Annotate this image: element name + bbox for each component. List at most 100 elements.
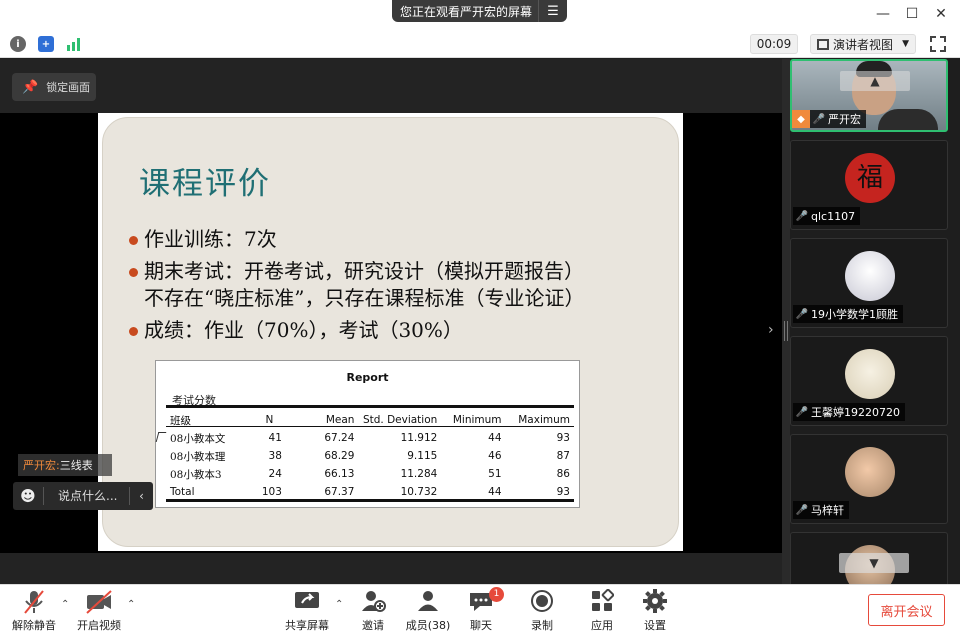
bullet-dot-icon <box>129 327 138 336</box>
table-cell: 86 <box>556 468 570 480</box>
participant-name: 严开宏 <box>828 113 861 126</box>
header-cell: Mean <box>325 414 355 426</box>
sharing-banner-text: 您正在观看严开宏的屏幕 <box>400 4 533 19</box>
unmute-button[interactable]: 解除静音 <box>6 589 62 635</box>
slide-title: 课程评价 <box>139 166 271 202</box>
video-tile[interactable]: 福 🎤 qlc1107 <box>790 140 948 230</box>
apps-label: 应用 <box>591 619 613 632</box>
mic-on-icon: 🎤 <box>812 113 826 125</box>
start-video-button[interactable]: 开启视频 <box>71 589 127 635</box>
video-options-chevron-icon[interactable]: ⌃ <box>127 599 135 610</box>
record-label: 录制 <box>531 619 553 632</box>
participant-name: qlc1107 <box>811 209 856 223</box>
video-tile[interactable]: ▼ <box>790 532 948 584</box>
info-icon[interactable]: i <box>10 36 26 52</box>
scroll-up-icon[interactable]: ▲ <box>840 71 910 91</box>
view-mode-dropdown[interactable]: 演讲者视图 ▼ <box>810 34 916 54</box>
share-screen-icon <box>294 589 320 617</box>
table-cell: 51 <box>488 468 502 480</box>
video-gallery: ▲ ◆ 🎤 严开宏 福 🎤 qlc1107 🎤 19小学数学1顾胜 🎤 王馨婷1… <box>790 59 960 584</box>
invite-button[interactable]: 邀请 <box>345 589 401 635</box>
slide-body: 课程评价 作业训练：7次 期末考试：开卷考试，研究设计（模拟开题报告） 不存在“… <box>102 117 679 547</box>
video-tile[interactable]: 🎤 王馨婷19220720 <box>790 336 948 426</box>
slide-bullet: 成绩：作业（70%），考试（30%） <box>129 317 463 344</box>
table-cell: 44 <box>488 432 502 444</box>
video-tile[interactable]: 🎤 马梓轩 <box>790 434 948 524</box>
video-tile[interactable]: ▲ ◆ 🎤 严开宏 <box>790 59 948 132</box>
participant-name: 马梓轩 <box>811 504 844 517</box>
table-cell: 41 <box>268 432 282 444</box>
leave-meeting-button[interactable]: 离开会议 <box>868 594 945 626</box>
table-cell: 93 <box>556 486 570 498</box>
invite-label: 邀请 <box>362 619 384 632</box>
table-cell: 46 <box>488 450 502 462</box>
unread-badge: 1 <box>489 587 504 602</box>
bullet-dot-icon <box>129 268 138 277</box>
bullet-line: 期末考试：开卷考试，研究设计（模拟开题报告） <box>144 259 584 283</box>
info-bar: i + 00:09 演讲者视图 ▼ <box>0 30 960 58</box>
table-cell: 10.732 <box>400 486 438 498</box>
video-tile[interactable]: 🎤 19小学数学1顾胜 <box>790 238 948 328</box>
share-screen-button[interactable]: 共享屏幕 <box>279 589 335 635</box>
apps-button[interactable]: 应用 <box>574 588 630 635</box>
view-mode-label: 演讲者视图 <box>833 37 894 52</box>
menu-icon[interactable]: ☰ <box>538 0 567 22</box>
avatar <box>845 349 895 399</box>
participant-name-tag: 🎤 qlc1107 <box>793 207 861 225</box>
report-title: Report <box>346 371 389 384</box>
shield-icon[interactable]: + <box>38 36 54 52</box>
table-cell: 67.24 <box>324 432 355 444</box>
table-cell: 93 <box>556 432 570 444</box>
drag-handle-icon[interactable] <box>784 321 788 341</box>
chat-icon: 1 <box>468 587 504 617</box>
signal-icon[interactable] <box>66 36 82 52</box>
lock-view-button[interactable]: 📌 锁定画面 <box>12 73 96 101</box>
add-user-icon <box>360 589 386 617</box>
participant-name-tag: ◆ 🎤 严开宏 <box>792 110 866 128</box>
fullscreen-icon[interactable] <box>930 36 946 52</box>
scroll-down-icon[interactable]: ▼ <box>839 553 909 573</box>
mic-muted-icon: 🎤 <box>795 406 809 418</box>
table-cell: 38 <box>268 450 282 462</box>
header-cell: Std. Deviation <box>362 414 438 426</box>
minimize-button[interactable]: — <box>872 4 894 24</box>
header-cell: N <box>265 414 274 426</box>
record-button[interactable]: 录制 <box>514 589 570 635</box>
close-button[interactable]: ✕ <box>930 4 952 24</box>
chat-bubble[interactable]: 严开宏: 三线表 <box>18 454 112 476</box>
table-cell: 24 <box>268 468 282 480</box>
panel-divider[interactable] <box>782 59 790 584</box>
apps-grid-icon <box>590 588 615 617</box>
bullet-dot-icon <box>129 236 138 245</box>
bullet-line: 作业训练：7次 <box>144 227 277 251</box>
mic-muted-icon: 🎤 <box>795 210 809 222</box>
table-cell: 67.37 <box>324 486 355 498</box>
chat-button[interactable]: 1 聊天 <box>453 587 509 635</box>
lock-view-label: 锁定画面 <box>46 81 91 94</box>
table-row: 08小教本3 24 66.13 11.284 51 86 <box>170 465 570 483</box>
emoji-icon[interactable]: ☻ <box>13 487 43 505</box>
report-table-image: Report 考试分数 班级 N Mean Std. Deviation Min… <box>155 360 580 508</box>
header-cell: 班级 <box>170 414 191 427</box>
settings-label: 设置 <box>644 619 666 632</box>
participants-button[interactable]: 成员(38) <box>400 589 456 635</box>
chat-quick-input[interactable]: ☻ 说点什么... ‹ <box>13 482 153 510</box>
share-options-chevron-icon[interactable]: ⌃ <box>335 599 343 610</box>
collapse-gallery-icon[interactable]: › <box>768 322 780 342</box>
maximize-button[interactable]: ☐ <box>901 4 923 24</box>
record-icon <box>530 589 554 617</box>
table-cell: 08小教本文 <box>170 432 226 445</box>
participant-name-tag: 🎤 马梓轩 <box>793 501 849 519</box>
chat-input-placeholder[interactable]: 说点什么... <box>43 487 129 505</box>
participants-label: 成员(38) <box>405 619 451 632</box>
chat-label: 聊天 <box>470 619 492 632</box>
table-cell: 08小教本3 <box>170 468 222 481</box>
collapse-chevron-icon[interactable]: ‹ <box>129 487 153 505</box>
table-cell: 9.115 <box>407 450 438 462</box>
avatar: 福 <box>845 153 895 203</box>
sharing-banner[interactable]: 您正在观看严开宏的屏幕 ☰ <box>392 0 567 22</box>
audio-options-chevron-icon[interactable]: ⌃ <box>61 599 69 610</box>
gear-icon <box>643 589 667 617</box>
settings-button[interactable]: 设置 <box>627 589 683 635</box>
table-cell: 103 <box>261 486 282 498</box>
